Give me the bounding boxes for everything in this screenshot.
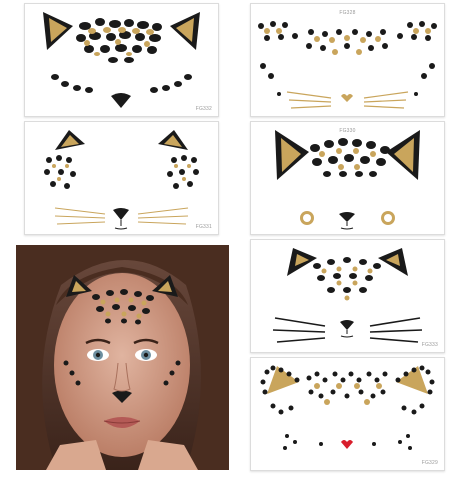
- product-code: FG329: [421, 460, 438, 466]
- product-code: FG330: [339, 128, 356, 134]
- leopard-face-sticker: [275, 130, 420, 230]
- leopard-face-sticker: [260, 365, 435, 450]
- sticker-card-fg332: FG332: [24, 3, 219, 117]
- model-face-image: [16, 245, 229, 470]
- sticker-card-fg331: FG331: [24, 121, 219, 235]
- leopard-face-sticker: [44, 130, 199, 230]
- leopard-face-sticker: [258, 21, 437, 109]
- product-code: FG333: [421, 342, 438, 348]
- sticker-card-fg328: FG328: [250, 3, 445, 117]
- product-code: FG328: [339, 10, 356, 16]
- leopard-face-sticker: [272, 248, 423, 343]
- sticker-card-fg330: FG330: [250, 121, 445, 235]
- product-code: FG331: [195, 224, 212, 230]
- sticker-card-fg333: FG333: [250, 239, 445, 353]
- leopard-face-sticker: [43, 12, 200, 108]
- model-photo: [16, 245, 229, 470]
- sticker-card-fg329: FG329: [250, 357, 445, 471]
- product-code: FG332: [195, 106, 212, 112]
